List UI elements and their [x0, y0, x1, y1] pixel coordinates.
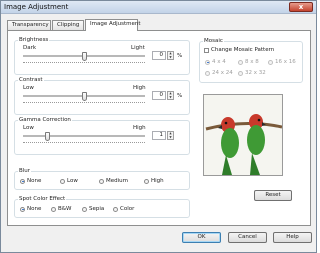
mosaic-24x24-radio[interactable]: 24 x 24 [205, 70, 233, 76]
mosaic-group: Mosaic Change Mosaic Pattern 4 x 4 8 x 8… [199, 38, 303, 83]
spin-down-icon[interactable]: ▼ [168, 135, 173, 140]
brightness-max-label: Light [131, 45, 145, 51]
ok-button[interactable]: OK [182, 232, 221, 243]
gamma-value-input[interactable]: 1 [152, 131, 166, 140]
checkbox-label: Change Mosaic Pattern [211, 47, 275, 53]
close-button[interactable]: x [289, 2, 313, 12]
tab-label: Image Adjustment [90, 21, 141, 27]
spot-color-group: Spot Color Effect None B&W Sepia Color [14, 196, 190, 218]
radio-label: Low [67, 178, 78, 184]
radio-icon [113, 206, 118, 212]
contrast-spinner[interactable]: ▲ ▼ [167, 91, 174, 100]
blur-none-radio[interactable]: None [20, 178, 41, 184]
brightness-spinner[interactable]: ▲ ▼ [167, 51, 174, 60]
radio-icon [205, 59, 210, 65]
tab-label: Transparency [12, 22, 49, 28]
reset-button[interactable]: Reset [254, 190, 292, 201]
window-title: Image Adjustment [4, 3, 69, 11]
tab-transparency[interactable]: Transparency [7, 20, 51, 30]
brightness-group: Brightness Dark Light 0 ▲ ▼ % [14, 37, 190, 75]
blur-title: Blur [18, 168, 32, 174]
radio-label: Color [120, 206, 135, 212]
contrast-title: Contrast [18, 77, 44, 83]
gamma-max-label: High [133, 125, 146, 131]
tab-image-adjustment[interactable]: Image Adjustment [85, 19, 141, 31]
brightness-value-input[interactable]: 0 [152, 51, 166, 60]
gamma-slider-thumb[interactable] [44, 132, 50, 141]
spin-down-icon[interactable]: ▼ [168, 95, 173, 100]
blur-group: Blur None Low Medium High [14, 168, 190, 190]
gamma-group: Gamma Correction Low High 1 ▲ ▼ [14, 117, 190, 155]
gamma-slider-track[interactable] [23, 135, 145, 137]
radio-label: 16 x 16 [275, 59, 296, 65]
tab-clipping[interactable]: Clipping [52, 20, 84, 30]
mosaic-32x32-radio[interactable]: 32 x 32 [238, 70, 266, 76]
radio-icon [268, 59, 273, 65]
change-mosaic-checkbox[interactable]: Change Mosaic Pattern [204, 47, 274, 53]
title-bar: Image Adjustment x [1, 1, 316, 14]
spot-color-radio[interactable]: Color [113, 206, 134, 212]
radio-label: High [151, 178, 164, 184]
radio-label: 24 x 24 [212, 70, 233, 76]
radio-icon [205, 70, 210, 76]
image-adjustment-dialog: Image Adjustment x Transparency Clipping… [0, 0, 317, 253]
gamma-title: Gamma Correction [18, 117, 72, 123]
gamma-ticks [23, 142, 145, 144]
gamma-spinner[interactable]: ▲ ▼ [167, 131, 174, 140]
parrots-picture [204, 95, 282, 175]
contrast-ticks [23, 102, 145, 104]
spin-down-icon[interactable]: ▼ [168, 55, 173, 60]
radio-icon [99, 178, 104, 184]
brightness-ticks [23, 62, 145, 64]
radio-icon [238, 59, 243, 65]
radio-label: Sepia [89, 206, 105, 212]
contrast-unit: % [177, 93, 183, 99]
contrast-min-label: Low [23, 85, 34, 91]
mosaic-8x8-radio[interactable]: 8 x 8 [238, 59, 259, 65]
radio-label: None [27, 206, 42, 212]
spot-sepia-radio[interactable]: Sepia [82, 206, 104, 212]
radio-icon [60, 178, 65, 184]
contrast-value-input[interactable]: 0 [152, 91, 166, 100]
radio-label: B&W [58, 206, 72, 212]
contrast-group: Contrast Low High 0 ▲ ▼ % [14, 77, 190, 115]
radio-icon [144, 178, 149, 184]
blur-medium-radio[interactable]: Medium [99, 178, 128, 184]
spot-bw-radio[interactable]: B&W [51, 206, 72, 212]
mosaic-16x16-radio[interactable]: 16 x 16 [268, 59, 296, 65]
preview-image [203, 94, 283, 176]
help-button[interactable]: Help [273, 232, 312, 243]
brightness-min-label: Dark [23, 45, 37, 51]
brightness-unit: % [177, 53, 183, 59]
contrast-max-label: High [133, 85, 146, 91]
blur-low-radio[interactable]: Low [60, 178, 78, 184]
radio-icon [20, 206, 25, 212]
gamma-min-label: Low [23, 125, 34, 131]
contrast-slider-thumb[interactable] [81, 92, 87, 101]
spot-none-radio[interactable]: None [20, 206, 41, 212]
radio-label: 4 x 4 [212, 59, 226, 65]
image-adjustment-panel: Brightness Dark Light 0 ▲ ▼ % Contrast Lo… [7, 30, 311, 226]
brightness-title: Brightness [18, 37, 50, 43]
radio-icon [51, 206, 56, 212]
radio-label: Medium [106, 178, 128, 184]
radio-label: 32 x 32 [245, 70, 266, 76]
close-icon: x [298, 3, 304, 11]
radio-icon [20, 178, 25, 184]
spot-color-title: Spot Color Effect [18, 196, 67, 202]
radio-label: None [27, 178, 42, 184]
radio-label: 8 x 8 [245, 59, 259, 65]
cancel-button[interactable]: Cancel [228, 232, 267, 243]
radio-icon [82, 206, 87, 212]
radio-icon [238, 70, 243, 76]
blur-high-radio[interactable]: High [144, 178, 164, 184]
brightness-slider-thumb[interactable] [81, 52, 87, 61]
checkbox-icon [204, 47, 209, 53]
mosaic-4x4-radio[interactable]: 4 x 4 [205, 59, 226, 65]
mosaic-title: Mosaic [203, 38, 224, 44]
tab-label: Clipping [57, 22, 80, 28]
